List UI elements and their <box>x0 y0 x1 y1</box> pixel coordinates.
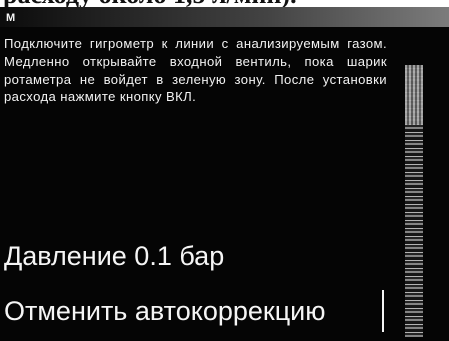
top-status-strip <box>0 7 449 27</box>
cancel-autocorrection-button[interactable]: Отменить автокоррекцию <box>4 290 384 332</box>
instruction-text: Подключите гигрометр к линии с анализиру… <box>4 36 387 105</box>
scrollbar-thumb[interactable] <box>405 65 423 125</box>
corner-glyph: M <box>6 12 16 24</box>
pressure-readout: Давление 0.1 бар <box>4 241 225 271</box>
device-screen: M Подключите гигрометр к линии с анализи… <box>0 7 449 341</box>
scrollbar[interactable] <box>405 65 423 337</box>
